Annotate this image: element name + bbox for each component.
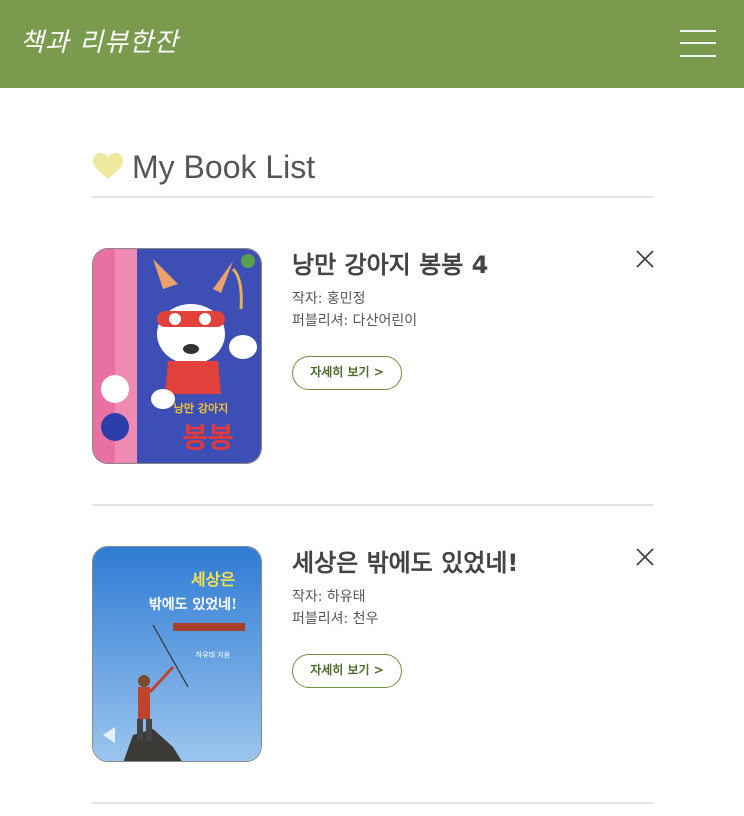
hamburger-icon-bar bbox=[680, 42, 716, 44]
hamburger-icon-bar bbox=[680, 55, 716, 57]
cover-title-small: 낭만 강아지 bbox=[174, 401, 228, 415]
title-row: My Book List bbox=[92, 148, 653, 198]
book-cover[interactable]: 낭만 강아지 봉봉 bbox=[92, 248, 262, 464]
book-publisher: 퍼블리셔: 천우 bbox=[292, 611, 379, 627]
app-header: 책과 리뷰한잔 bbox=[0, 0, 744, 88]
cover-author: 하유태 지음 bbox=[196, 650, 231, 659]
heart-icon bbox=[93, 153, 123, 179]
book-publisher: 퍼블리셔: 다산어린이 bbox=[292, 313, 418, 329]
book-author: 작자: 하유태 bbox=[292, 589, 366, 605]
logo[interactable]: 책과 리뷰한잔 bbox=[20, 22, 179, 59]
close-icon[interactable] bbox=[634, 546, 656, 568]
cover-title-big: 봉봉 bbox=[182, 421, 234, 454]
detail-button[interactable]: 자세히 보기 > bbox=[292, 356, 402, 390]
close-icon[interactable] bbox=[634, 248, 656, 270]
book-title[interactable]: 세상은 밖에도 있었네! bbox=[292, 546, 518, 580]
cover-title-1: 세상은 bbox=[191, 570, 235, 589]
book-author: 작자: 홍민정 bbox=[292, 291, 366, 307]
menu-button[interactable] bbox=[680, 28, 718, 58]
book-item: 낭만 강아지 봉봉 낭만 강아지 봉봉 4 작자: 홍민정 퍼블리셔: 다산어린… bbox=[92, 248, 656, 506]
book-title[interactable]: 낭만 강아지 봉봉 4 bbox=[292, 248, 488, 282]
detail-button[interactable]: 자세히 보기 > bbox=[292, 654, 402, 688]
cover-title-2: 밖에도 있었네! bbox=[149, 597, 237, 613]
page-title: My Book List bbox=[132, 149, 316, 185]
book-cover[interactable]: 세상은 밖에도 있었네! 하유태 지음 bbox=[92, 546, 262, 762]
hamburger-icon bbox=[680, 30, 716, 32]
book-item: 세상은 밖에도 있었네! 하유태 지음 세상은 밖에도 있었네! 작자: 하유태… bbox=[92, 546, 656, 804]
